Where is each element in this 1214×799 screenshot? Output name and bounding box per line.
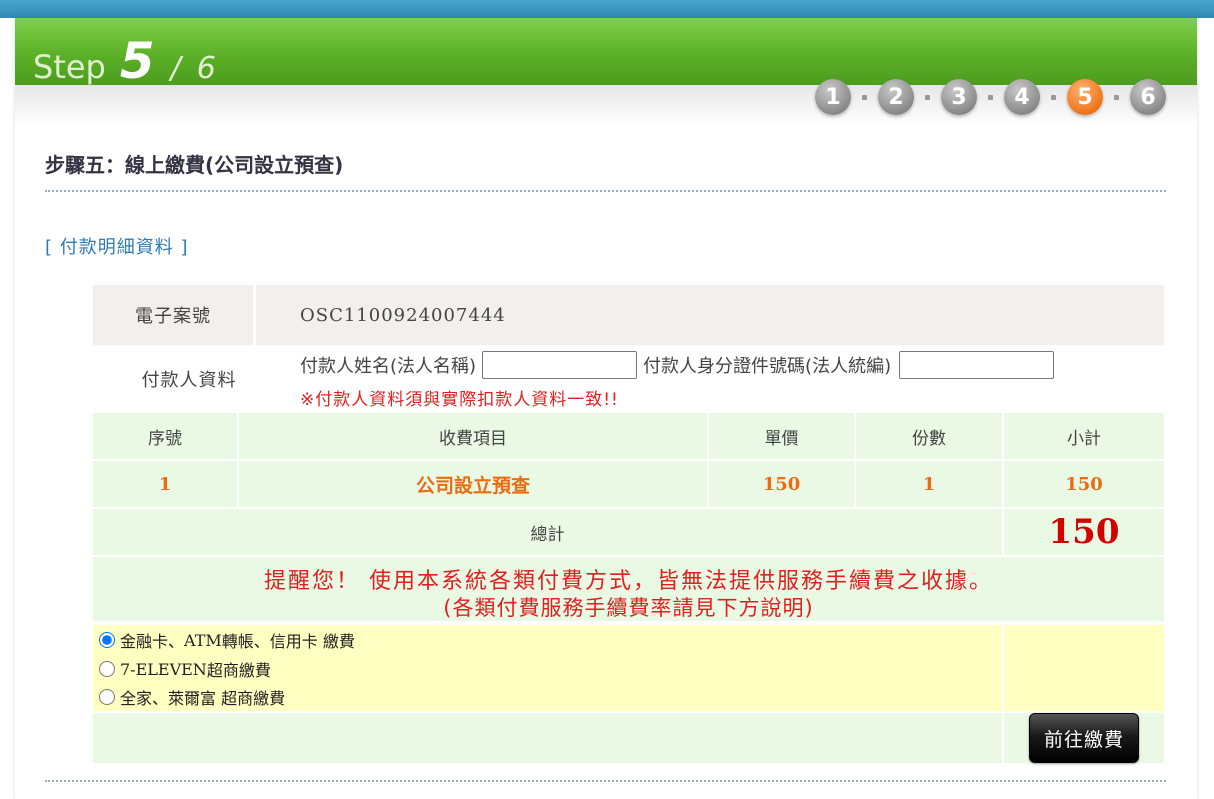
row-subtotal: 150 [1004, 461, 1164, 507]
step-circle-5-active: 5 [1067, 79, 1103, 115]
option-7eleven-text: 7-ELEVEN [120, 659, 207, 679]
top-bar [0, 0, 1214, 18]
payer-warning-note: ※付款人資料須與實際扣款人資料一致!! [300, 390, 619, 410]
header-qty: 份數 [856, 413, 1002, 459]
payer-fields: 付款人姓名(法人名稱) 付款人身分證件號碼(法人統編) [300, 349, 1055, 381]
header-price: 單價 [709, 413, 854, 459]
option-familymart-text: 全家、萊爾富 超商繳費 [120, 689, 286, 708]
case-number-value: OSC1100924007444 [300, 304, 506, 326]
action-row: 前往繳費 [93, 713, 1164, 763]
payment-method-options: 金融卡、 ATM 轉帳、信用卡 繳費 7-ELEVEN 超商繳費 全家、萊爾富 超商… [93, 625, 1002, 711]
proceed-to-payment-button[interactable]: 前往繳費 [1029, 713, 1139, 763]
case-number-row: 電子案號 OSC1100924007444 [93, 285, 1164, 345]
step-dot [1051, 94, 1056, 100]
step-dot [1114, 94, 1119, 100]
title-divider [45, 190, 1166, 192]
step-word: Step [33, 48, 106, 86]
total-cell: 150 [1004, 509, 1164, 555]
payment-method-row: 金融卡、 ATM 轉帳、信用卡 繳費 7-ELEVEN 超商繳費 全家、萊爾富 超商… [93, 625, 1164, 711]
step-dot [925, 94, 930, 100]
row-item: 公司設立預查 [239, 461, 707, 507]
step-circle-3: 3 [941, 79, 977, 115]
bottom-divider [45, 780, 1166, 782]
payment-option-card-atm[interactable]: 金融卡、 ATM 轉帳、信用卡 繳費 [99, 627, 355, 653]
notice-line-2: (各類付費服務手續費率請見下方說明) [443, 596, 814, 620]
payer-id-input[interactable] [899, 351, 1055, 379]
option-card-atm-text: ATM [184, 630, 222, 650]
step-circle-2: 2 [878, 79, 914, 115]
radio-card-atm[interactable] [99, 632, 115, 648]
radio-familymart-hilife[interactable] [99, 689, 115, 705]
payer-name-label: 付款人姓名(法人名稱) [300, 356, 477, 377]
row-price: 150 [709, 461, 854, 507]
step-progress: 1 2 3 4 5 6 [815, 78, 1183, 116]
fee-notice: 提醒您！ 使用本系統各類付費方式，皆無法提供服務手續費之收據。 (各類付費服務手… [93, 557, 1164, 621]
fee-table-header: 序號 收費項目 單價 份數 小計 [93, 413, 1164, 459]
row-no: 1 [93, 461, 237, 507]
step-indicator-text: Step 5 / 6 [33, 32, 216, 90]
payer-id-label: 付款人身分證件號碼(法人統編) [643, 356, 892, 377]
total-row: 總計 150 [93, 509, 1164, 555]
page-title: 步驟五：線上繳費(公司設立預查) [45, 153, 344, 177]
payment-option-familymart-hilife[interactable]: 全家、萊爾富 超商繳費 [99, 684, 285, 710]
header-item: 收費項目 [239, 413, 707, 459]
payer-info-row: 付款人資料 付款人姓名(法人名稱) 付款人身分證件號碼(法人統編) ※付款人資料… [93, 345, 1164, 413]
step-total: 6 [196, 51, 216, 86]
cell-separator [253, 285, 256, 345]
payer-name-input[interactable] [482, 351, 638, 379]
action-row-left [93, 713, 1002, 763]
option-7eleven-suffix: 超商繳費 [206, 661, 271, 680]
step-separator: / [170, 51, 181, 86]
table-row: 1 公司設立預查 150 1 150 [93, 461, 1164, 507]
payment-option-7eleven[interactable]: 7-ELEVEN 超商繳費 [99, 656, 271, 682]
step-current: 5 [119, 32, 155, 90]
step-circle-4: 4 [1004, 79, 1040, 115]
step-circle-1: 1 [815, 79, 851, 115]
notice-line-1: 提醒您！ 使用本系統各類付費方式，皆無法提供服務手續費之收據。 [264, 569, 993, 594]
action-row-right: 前往繳費 [1004, 713, 1164, 763]
option-card-suffix: 轉帳、信用卡 繳費 [221, 632, 355, 651]
step-dot [862, 94, 867, 100]
total-label: 總計 [93, 509, 1002, 555]
option-card-prefix: 金融卡、 [120, 632, 185, 651]
payment-method-right-cell [1004, 625, 1164, 711]
radio-7eleven[interactable] [99, 661, 115, 677]
step-dot [988, 94, 993, 100]
case-number-label: 電子案號 [135, 306, 211, 327]
row-qty: 1 [856, 461, 1002, 507]
payer-info-label: 付款人資料 [141, 370, 237, 391]
header-subtotal: 小計 [1004, 413, 1164, 459]
section-heading-payment-details: [ 付款明細資料 ] [45, 237, 189, 258]
step-circle-6: 6 [1130, 79, 1166, 115]
total-value: 150 [1048, 512, 1120, 552]
header-no: 序號 [93, 413, 237, 459]
